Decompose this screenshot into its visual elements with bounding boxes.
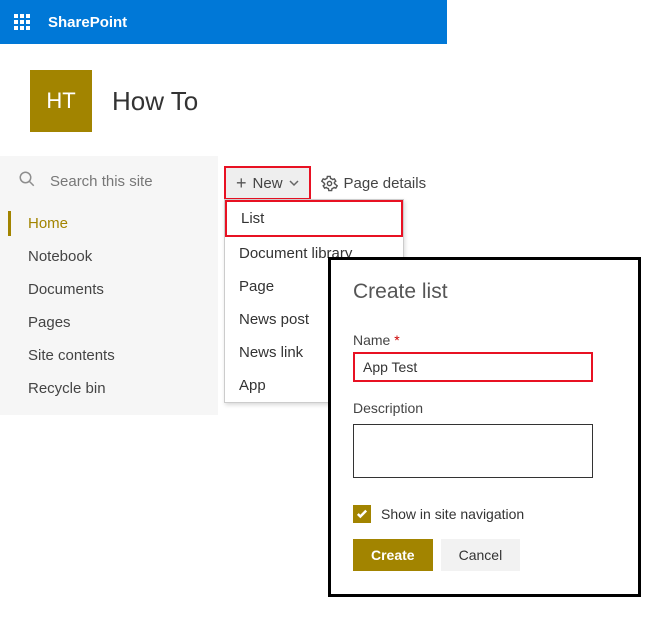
new-button-label: New xyxy=(253,175,283,192)
panel-button-row: Create Cancel xyxy=(353,539,616,571)
nav-item-notebook[interactable]: Notebook xyxy=(0,240,218,273)
required-indicator: * xyxy=(394,332,399,348)
gear-icon xyxy=(321,175,338,192)
cancel-button[interactable]: Cancel xyxy=(441,539,521,571)
search-placeholder: Search this site xyxy=(50,173,153,190)
nav-item-documents[interactable]: Documents xyxy=(0,273,218,306)
show-in-nav-checkbox[interactable] xyxy=(353,505,371,523)
nav-item-site-contents[interactable]: Site contents xyxy=(0,339,218,372)
site-logo[interactable]: HT xyxy=(30,70,92,132)
app-launcher-button[interactable] xyxy=(0,0,44,44)
search-box[interactable]: Search this site xyxy=(0,156,218,207)
nav-item-pages[interactable]: Pages xyxy=(0,306,218,339)
waffle-icon xyxy=(14,14,30,30)
site-header: HT How To xyxy=(0,44,447,156)
panel-title: Create list xyxy=(353,280,616,304)
create-button[interactable]: Create xyxy=(353,539,433,571)
suite-banner: SharePoint xyxy=(0,0,447,44)
name-field-label: Name * xyxy=(353,332,616,348)
description-input[interactable] xyxy=(353,424,593,478)
show-in-nav-row[interactable]: Show in site navigation xyxy=(353,505,616,523)
new-button[interactable]: + New xyxy=(224,166,311,200)
nav-item-home[interactable]: Home xyxy=(0,207,218,240)
search-icon xyxy=(18,170,36,193)
dropdown-item-list[interactable]: List xyxy=(225,200,403,237)
description-field-label: Description xyxy=(353,400,616,416)
nav-item-recycle-bin[interactable]: Recycle bin xyxy=(0,372,218,405)
show-in-nav-label: Show in site navigation xyxy=(381,506,524,522)
site-title[interactable]: How To xyxy=(112,86,198,117)
left-nav: Search this site Home Notebook Documents… xyxy=(0,156,218,415)
check-icon xyxy=(356,509,368,519)
name-input[interactable] xyxy=(353,352,593,382)
brand-label[interactable]: SharePoint xyxy=(48,14,127,31)
chevron-down-icon xyxy=(289,178,299,188)
page-details-label: Page details xyxy=(344,175,427,192)
create-list-panel: Create list Name * Description Show in s… xyxy=(328,257,641,597)
plus-icon: + xyxy=(236,174,247,192)
page-details-button[interactable]: Page details xyxy=(321,175,427,192)
